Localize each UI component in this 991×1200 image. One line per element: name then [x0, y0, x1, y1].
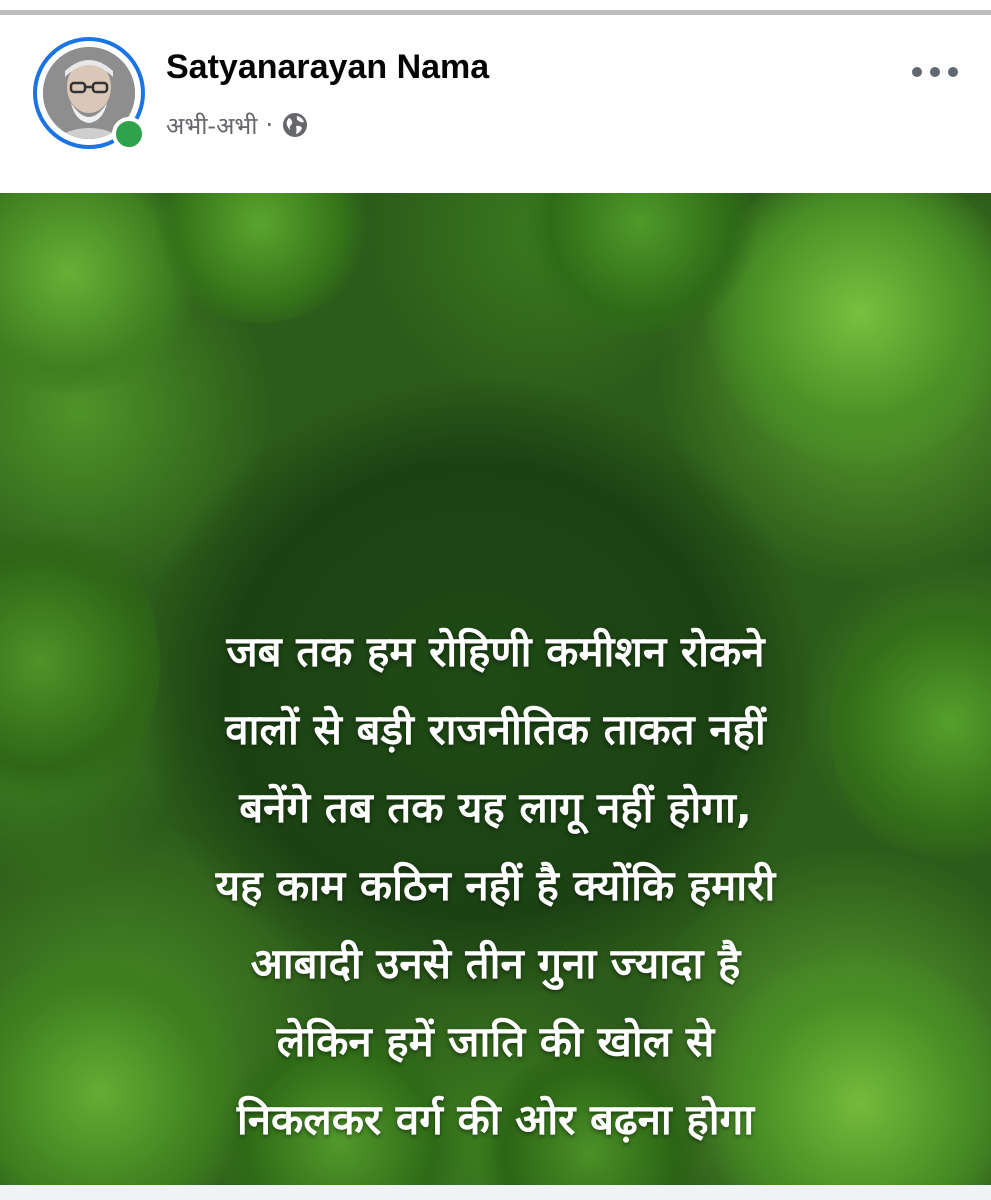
bottom-divider	[0, 1185, 991, 1200]
image-quote-text: जब तक हम रोहिणी कमीशन रोकने वालों से बड़…	[40, 613, 951, 1159]
globe-icon[interactable]	[281, 111, 309, 139]
post-meta: अभी-अभी ·	[166, 108, 309, 142]
quote-line: लेकिन हमें जाति की खोल से	[276, 1017, 715, 1066]
quote-line: यह काम कठिन नहीं है क्योंकि हमारी	[215, 861, 776, 910]
author-name[interactable]: Satyanarayan Nama	[166, 48, 489, 87]
post-timestamp[interactable]: अभी-अभी	[166, 109, 258, 142]
quote-line: आबादी उनसे तीन गुना ज्यादा है	[250, 939, 741, 988]
quote-line: बनेंगे तब तक यह लागू नहीं होगा,	[239, 783, 752, 832]
post-image[interactable]: जब तक हम रोहिणी कमीशन रोकने वालों से बड़…	[0, 193, 991, 1185]
more-options-button[interactable]	[900, 55, 970, 89]
more-options-icon	[948, 67, 958, 77]
quote-line: वालों से बड़ी राजनीतिक ताकत नहीं	[225, 705, 766, 754]
more-options-icon	[930, 67, 940, 77]
post-header	[0, 15, 991, 193]
online-status-dot	[112, 117, 146, 151]
quote-line: निकलकर वर्ग की ओर बढ़ना होगा	[236, 1095, 755, 1144]
meta-separator: ·	[265, 111, 274, 139]
author-avatar[interactable]	[33, 37, 146, 151]
more-options-icon	[912, 67, 922, 77]
quote-line: जब तक हम रोहिणी कमीशन रोकने	[226, 627, 765, 676]
